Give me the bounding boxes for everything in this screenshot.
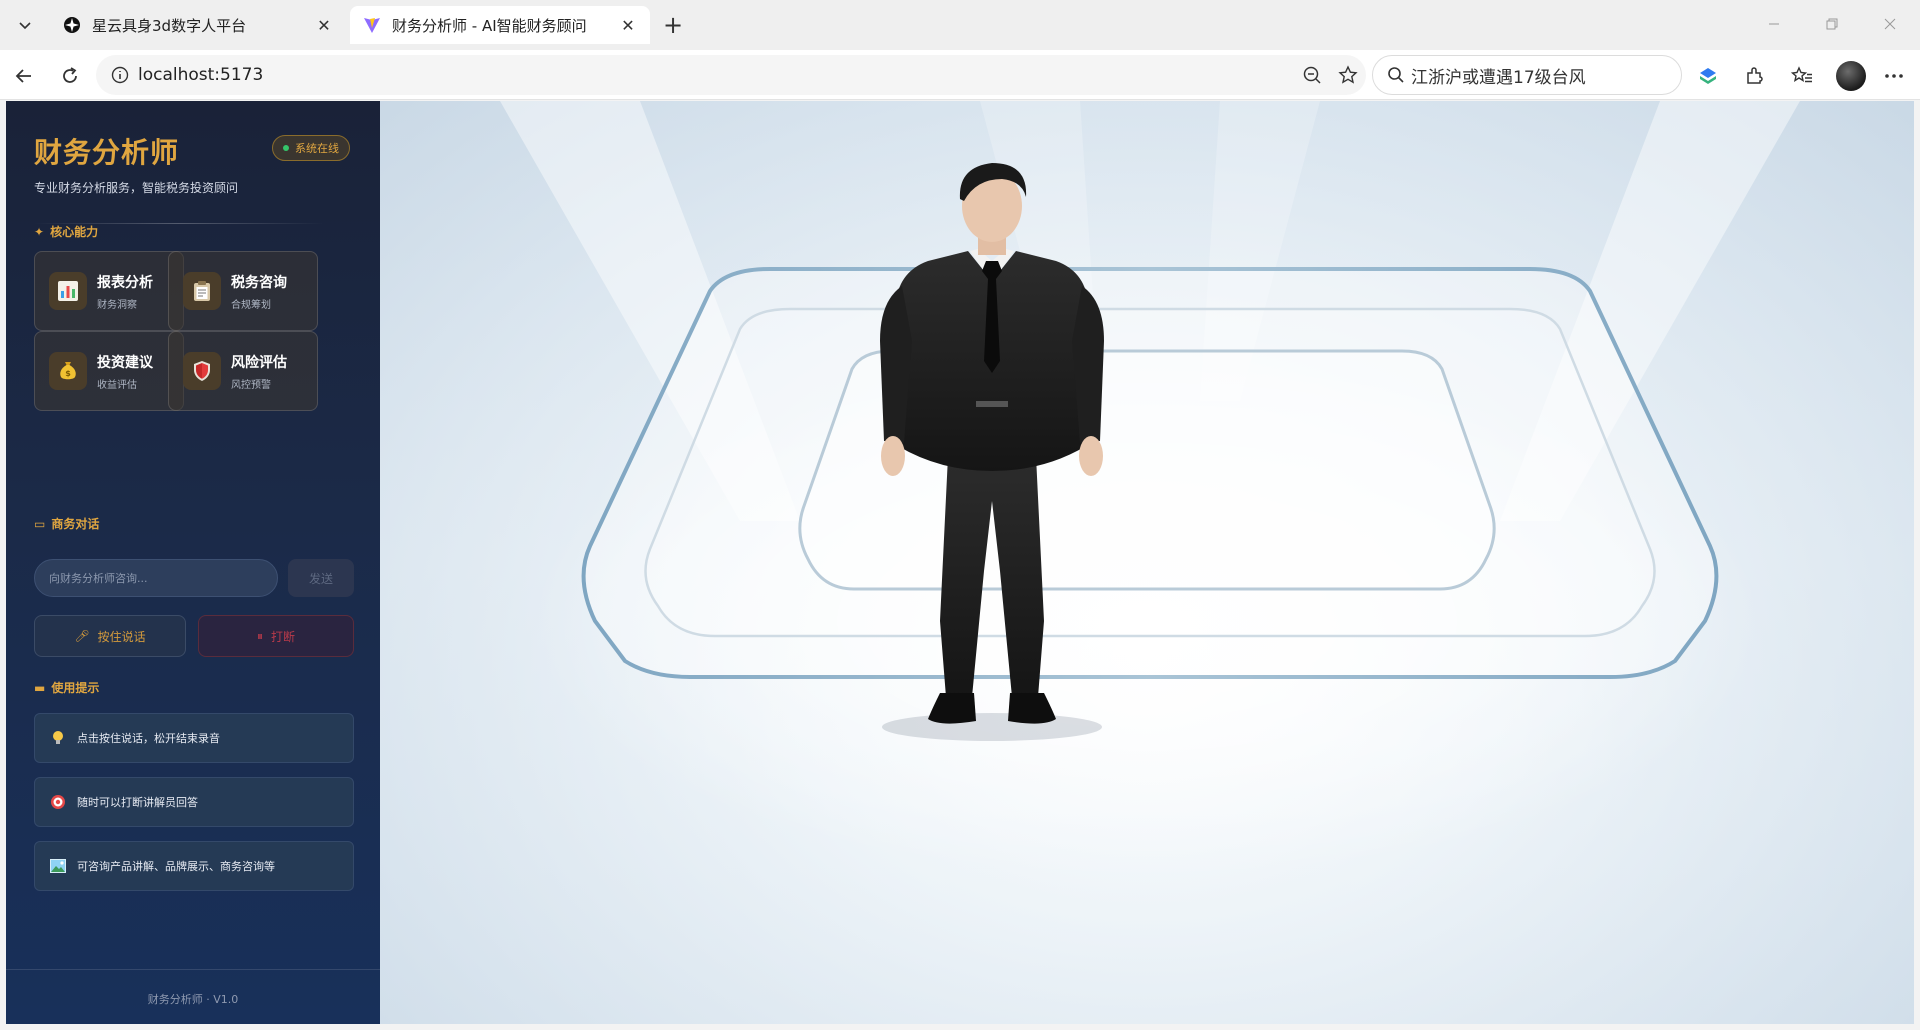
capability-card-tax[interactable]: 税务咨询 合规筹划 (168, 251, 318, 331)
url-field[interactable]: localhost:5173 (96, 55, 1366, 95)
tip-item: 点击按住说话，松开结束录音 (34, 713, 354, 763)
tip-text: 可咨询产品讲解、品牌展示、商务咨询等 (77, 860, 275, 873)
capability-desc: 收益评估 (97, 379, 137, 391)
status-text: 系统在线 (295, 142, 339, 155)
clipboard-icon (183, 272, 221, 310)
section-title-text: 商务对话 (51, 517, 100, 531)
search-suggestion-text: 江浙沪或遭遇17级台风 (1411, 67, 1586, 88)
chevron-down-icon (19, 22, 31, 30)
sparkle-icon: ✦ (34, 224, 45, 239)
address-bar: localhost:5173 江浙沪或遭遇17级台风 (0, 50, 1920, 100)
zoom-out-icon[interactable] (1294, 59, 1330, 91)
reload-icon (63, 67, 77, 83)
section-title-text: 核心能力 (50, 225, 99, 239)
page-title: 财务分析师 (34, 136, 180, 169)
image-icon (49, 859, 67, 873)
shield-icon (183, 352, 221, 390)
browser-tab-analyst[interactable]: 财务分析师 - AI智能财务顾问 ✕ (350, 6, 650, 44)
tip-text: 点击按住说话，松开结束录音 (77, 732, 220, 745)
back-button[interactable] (8, 60, 40, 92)
capability-card-risk[interactable]: 风险评估 风控预警 (168, 331, 318, 411)
capability-name: 风险评估 (231, 354, 287, 371)
arrow-left-icon (15, 69, 31, 83)
favorites-list-icon[interactable] (1786, 60, 1818, 92)
favorite-star-icon[interactable] (1330, 59, 1366, 91)
reload-button[interactable] (54, 60, 86, 92)
svg-text:$: $ (65, 369, 71, 378)
capability-card-investment[interactable]: $ 投资建议 收益评估 (34, 331, 184, 411)
bar-chart-icon (49, 272, 87, 310)
minimize-icon (1769, 23, 1779, 25)
lightbulb-icon (49, 730, 67, 746)
stage-scene (500, 101, 1800, 881)
chat-bubble-icon: ▭ (34, 516, 46, 531)
button-label: 打断 (271, 629, 296, 644)
tab-list-button[interactable] (10, 10, 40, 40)
tab-favicon-icon (62, 15, 82, 35)
capability-desc: 合规筹划 (231, 299, 271, 311)
push-to-talk-button[interactable]: 🎤︎ 按住说话 (34, 615, 186, 657)
close-icon[interactable]: ✕ (314, 15, 334, 35)
capability-desc: 风控预警 (231, 379, 271, 391)
tab-title: 财务分析师 - AI智能财务顾问 (392, 16, 587, 35)
tips-heading: ▬ 使用提示 (34, 679, 99, 696)
capability-desc: 财务洞察 (97, 299, 137, 311)
send-button[interactable]: 发送 (288, 559, 354, 597)
target-icon (49, 794, 67, 810)
page-viewport: 财务分析师 系统在线 专业财务分析服务，智能税务投资顾问 ✦ 核心能力 报表分析… (6, 101, 1914, 1024)
money-bag-icon: $ (49, 352, 87, 390)
close-icon (1884, 18, 1896, 30)
digital-human-stage[interactable] (380, 101, 1914, 1024)
capability-card-report[interactable]: 报表分析 财务洞察 (34, 251, 184, 331)
capability-name: 报表分析 (97, 274, 153, 291)
search-icon (1381, 66, 1411, 84)
tab-title: 星云具身3d数字人平台 (92, 16, 247, 35)
close-icon[interactable]: ✕ (618, 15, 638, 35)
profile-avatar[interactable] (1836, 61, 1866, 91)
extensions-icon[interactable] (1738, 60, 1770, 92)
info-icon[interactable] (102, 66, 138, 84)
section-title-text: 使用提示 (51, 681, 100, 695)
button-label: 按住说话 (97, 629, 146, 644)
pause-icon: ⏸︎ (256, 628, 263, 643)
vite-logo-icon (362, 15, 382, 35)
footer-version: 财务分析师 · V1.0 (147, 993, 239, 1006)
search-box[interactable]: 江浙沪或遭遇17级台风 (1372, 55, 1682, 95)
footer-divider (6, 969, 380, 970)
status-badge: 系统在线 (272, 135, 350, 161)
restore-icon (1826, 18, 1838, 30)
chat-input[interactable] (34, 559, 278, 597)
info-board-icon: ▬ (34, 680, 46, 695)
capability-name: 税务咨询 (231, 274, 287, 291)
microphone-icon: 🎤︎ (74, 629, 90, 643)
chat-heading: ▭ 商务对话 (34, 515, 99, 532)
minimize-button[interactable] (1752, 8, 1796, 40)
copilot-icon[interactable] (1692, 60, 1724, 92)
close-window-button[interactable] (1868, 8, 1912, 40)
more-menu-icon[interactable] (1878, 60, 1910, 92)
tip-item: 随时可以打断讲解员回答 (34, 777, 354, 827)
capabilities-heading: ✦ 核心能力 (34, 223, 98, 240)
online-dot-icon (283, 145, 289, 151)
capability-name: 投资建议 (97, 354, 153, 371)
tip-item: 可咨询产品讲解、品牌展示、商务咨询等 (34, 841, 354, 891)
browser-tab-platform[interactable]: 星云具身3d数字人平台 ✕ (50, 6, 346, 44)
tip-text: 随时可以打断讲解员回答 (77, 796, 198, 809)
new-tab-button[interactable]: + (658, 10, 688, 40)
restore-button[interactable] (1810, 8, 1854, 40)
interrupt-button[interactable]: ⏸︎ 打断 (198, 615, 354, 657)
page-subtitle: 专业财务分析服务，智能税务投资顾问 (34, 181, 239, 195)
browser-tab-bar: 星云具身3d数字人平台 ✕ 财务分析师 - AI智能财务顾问 ✕ + (0, 0, 1920, 50)
url-text: localhost:5173 (138, 65, 264, 85)
control-sidebar: 财务分析师 系统在线 专业财务分析服务，智能税务投资顾问 ✦ 核心能力 报表分析… (6, 101, 380, 1024)
